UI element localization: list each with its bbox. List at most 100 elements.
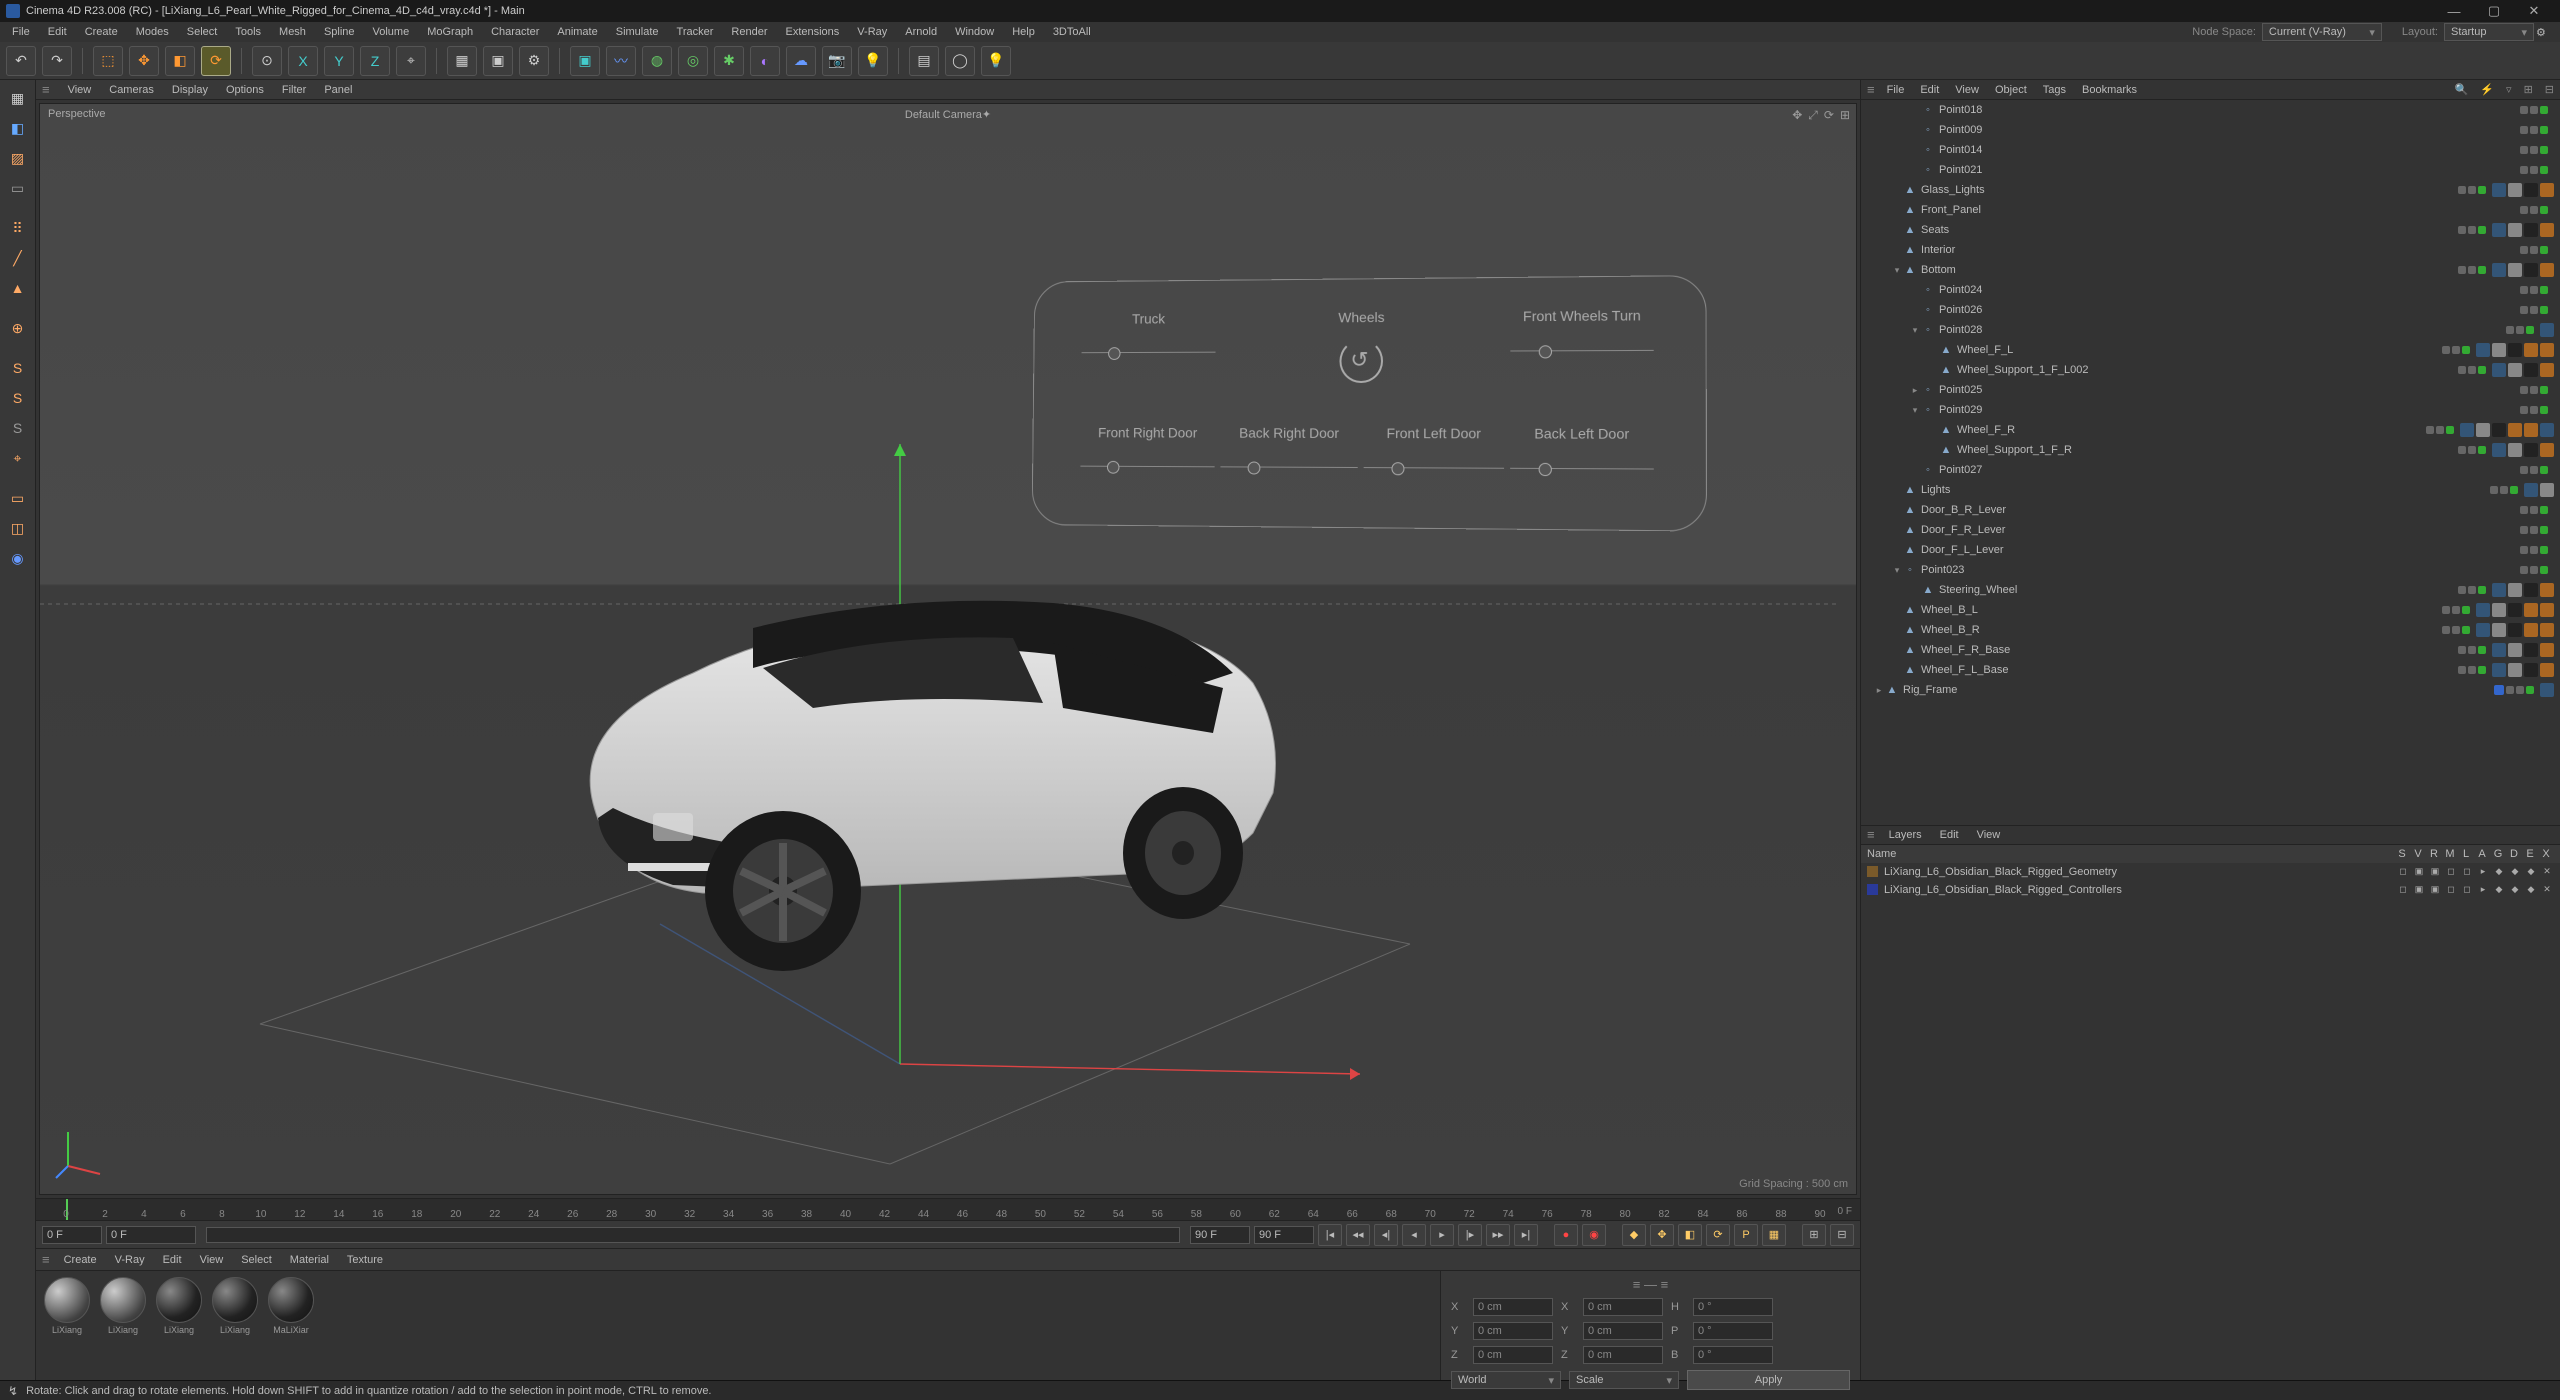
layer-toggle-icon[interactable]: ◆ <box>2524 883 2538 897</box>
tag-icon[interactable] <box>2524 263 2538 277</box>
object-row[interactable]: ▸◦Point025 <box>1861 380 2560 400</box>
viewport-solo-button[interactable]: S <box>4 354 32 382</box>
coord-menu-handle-icon[interactable]: ≡ — ≡ <box>1451 1277 1850 1292</box>
rot-h-field[interactable] <box>1693 1298 1773 1316</box>
rotate-tool-button[interactable]: ⟳ <box>201 46 231 76</box>
play-fwd-button[interactable]: ▸ <box>1430 1224 1454 1246</box>
tag-icon[interactable] <box>2540 643 2554 657</box>
object-vis-dots[interactable] <box>2458 366 2486 374</box>
workplane-button[interactable]: ▭ <box>4 174 32 202</box>
layer-toggle-icon[interactable]: ◻ <box>2444 883 2458 897</box>
menu-animate[interactable]: Animate <box>549 24 605 40</box>
object-row[interactable]: ▲Wheel_Support_1_F_R <box>1861 440 2560 460</box>
y-axis-lock-button[interactable]: Y <box>324 46 354 76</box>
object-row[interactable]: ◦Point014 <box>1861 140 2560 160</box>
layer-toggles[interactable]: ◻▣▣◻◻▸◆◆◆✕ <box>2396 883 2554 897</box>
tag-icon[interactable] <box>2524 483 2538 497</box>
object-row[interactable]: ▲Wheel_F_L_Base <box>1861 660 2560 680</box>
last-tool-button[interactable]: ⊙ <box>252 46 282 76</box>
object-vis-dots[interactable] <box>2458 266 2486 274</box>
add-subdivision-button[interactable]: ◎ <box>678 46 708 76</box>
om-menu-file[interactable]: File <box>1883 82 1909 98</box>
vp-rotate-icon[interactable]: ⟳ <box>1824 108 1834 123</box>
object-row[interactable]: ◦Point018 <box>1861 100 2560 120</box>
object-vis-dots[interactable] <box>2520 506 2548 514</box>
timeline-ruler[interactable]: 0 F 024681012141618202224262830323436384… <box>36 1198 1860 1220</box>
material-item[interactable]: MaLiXiar <box>266 1277 316 1335</box>
tag-icon[interactable] <box>2508 343 2522 357</box>
layer-toggle-icon[interactable]: ▣ <box>2412 865 2426 879</box>
material-item[interactable]: LiXiang <box>42 1277 92 1335</box>
tag-icon[interactable] <box>2508 643 2522 657</box>
tag-icon[interactable] <box>2492 603 2506 617</box>
menu-edit[interactable]: Edit <box>40 24 75 40</box>
vp-menu-handle-icon[interactable]: ≡ <box>42 82 50 97</box>
menu-simulate[interactable]: Simulate <box>608 24 667 40</box>
tag-icon[interactable] <box>2540 343 2554 357</box>
tree-twisty-icon[interactable]: ▾ <box>1909 325 1921 336</box>
object-tags[interactable] <box>2492 583 2554 597</box>
layer-toggle-icon[interactable]: ◆ <box>2492 883 2506 897</box>
object-vis-dots[interactable] <box>2458 186 2486 194</box>
object-tags[interactable] <box>2492 663 2554 677</box>
object-vis-dots[interactable] <box>2458 226 2486 234</box>
om-toolbar-icon[interactable]: ▿ <box>2506 83 2512 96</box>
add-deformer-button[interactable]: ◐ <box>750 46 780 76</box>
object-vis-dots[interactable] <box>2442 606 2470 614</box>
layout-config-icon[interactable]: ⚙ <box>2536 26 2556 39</box>
object-vis-dots[interactable] <box>2458 446 2486 454</box>
camera-workplane-button[interactable]: ◉ <box>4 544 32 572</box>
object-vis-dots[interactable] <box>2494 685 2534 695</box>
object-vis-dots[interactable] <box>2520 206 2548 214</box>
pos-x-field[interactable] <box>1473 1298 1553 1316</box>
layer-toggle-icon[interactable]: ◻ <box>2460 883 2474 897</box>
size-y-field[interactable] <box>1583 1322 1663 1340</box>
edges-mode-button[interactable]: ╱ <box>4 244 32 272</box>
tag-icon[interactable] <box>2508 223 2522 237</box>
layer-row[interactable]: LiXiang_L6_Obsidian_Black_Rigged_Control… <box>1861 881 2560 899</box>
object-vis-dots[interactable] <box>2458 666 2486 674</box>
frame-range-end-field[interactable]: 90 F <box>1254 1226 1314 1244</box>
add-spline-button[interactable]: 〰 <box>606 46 636 76</box>
tag-icon[interactable] <box>2508 423 2522 437</box>
om-menu-view[interactable]: View <box>1951 82 1983 98</box>
menu-mograph[interactable]: MoGraph <box>419 24 481 40</box>
object-vis-dots[interactable] <box>2442 626 2470 634</box>
tag-icon[interactable] <box>2492 583 2506 597</box>
layer-toggle-icon[interactable]: ▸ <box>2476 883 2490 897</box>
palette-2-button[interactable]: ◯ <box>945 46 975 76</box>
tag-icon[interactable] <box>2540 623 2554 637</box>
record-button[interactable]: ● <box>1554 1224 1578 1246</box>
model-mode-button[interactable]: ◧ <box>4 114 32 142</box>
tag-icon[interactable] <box>2508 663 2522 677</box>
frame-current-field[interactable]: 0 F <box>106 1226 196 1244</box>
coord-system-button[interactable]: ⌖ <box>396 46 426 76</box>
tag-icon[interactable] <box>2540 323 2554 337</box>
object-row[interactable]: ▾◦Point029 <box>1861 400 2560 420</box>
object-vis-dots[interactable] <box>2520 126 2548 134</box>
object-row[interactable]: ▲Interior <box>1861 240 2560 260</box>
size-z-field[interactable] <box>1583 1346 1663 1364</box>
tag-icon[interactable] <box>2492 623 2506 637</box>
tag-icon[interactable] <box>2524 643 2538 657</box>
key-rot-button[interactable]: ⟳ <box>1706 1224 1730 1246</box>
tag-icon[interactable] <box>2508 623 2522 637</box>
maximize-button[interactable]: ▢ <box>2474 0 2514 22</box>
tag-icon[interactable] <box>2508 443 2522 457</box>
tag-icon[interactable] <box>2508 363 2522 377</box>
vp-move-icon[interactable]: ✥ <box>1792 108 1802 123</box>
menu-window[interactable]: Window <box>947 24 1002 40</box>
layers-body[interactable]: LiXiang_L6_Obsidian_Black_Rigged_Geometr… <box>1861 863 2560 1381</box>
object-row[interactable]: ▲Lights <box>1861 480 2560 500</box>
redo-button[interactable]: ↷ <box>42 46 72 76</box>
object-vis-dots[interactable] <box>2520 306 2548 314</box>
object-row[interactable]: ◦Point009 <box>1861 120 2560 140</box>
viewport-solo-2-button[interactable]: S <box>4 384 32 412</box>
layer-toggle-icon[interactable]: ◻ <box>2396 883 2410 897</box>
enable-axis-button[interactable]: ⊕ <box>4 314 32 342</box>
layers-menu-layers[interactable]: Layers <box>1885 827 1926 843</box>
object-row[interactable]: ▲Wheel_Support_1_F_L002 <box>1861 360 2560 380</box>
render-region-button[interactable]: ▣ <box>483 46 513 76</box>
tag-icon[interactable] <box>2492 223 2506 237</box>
object-vis-dots[interactable] <box>2458 646 2486 654</box>
